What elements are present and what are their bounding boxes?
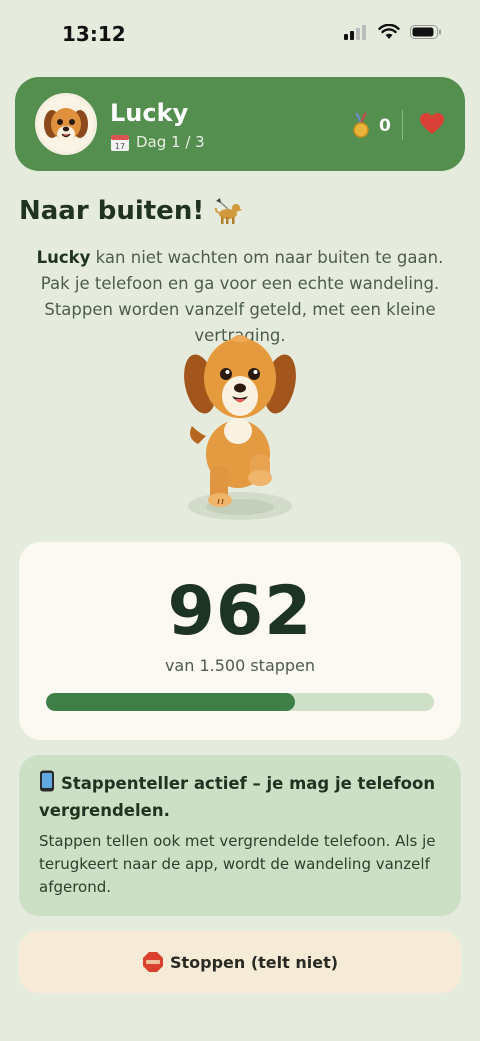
step-counter-card: 962 van 1.500 stappen	[19, 542, 461, 740]
info-title-text: Stappenteller actief – je mag je telefoo…	[39, 774, 436, 820]
page-title-text: Naar buiten!	[19, 196, 205, 226]
status-icons	[344, 24, 442, 40]
walking-dog-illustration	[184, 335, 296, 520]
status-bar: 13:12	[0, 0, 480, 70]
medal-count: 0	[379, 116, 391, 136]
pedometer-info-card: Stappenteller actief – je mag je telefoo…	[19, 755, 461, 916]
stop-button-label: Stoppen (telt niet)	[169, 952, 339, 972]
medal-counter[interactable]: 0	[351, 113, 391, 139]
stop-sign-icon	[142, 952, 163, 972]
battery-icon	[410, 25, 441, 39]
wifi-icon	[378, 24, 400, 39]
day-indicator: 17 Dag 1 / 3	[110, 132, 205, 152]
description-pet-name: Lucky	[36, 248, 91, 267]
guide-dog-icon	[215, 198, 243, 224]
header-divider	[402, 110, 403, 140]
heart-icon[interactable]	[419, 112, 445, 136]
medal-icon	[353, 113, 369, 138]
signal-icon	[344, 25, 366, 40]
calendar-icon: 17	[111, 135, 129, 151]
status-time: 13:12	[62, 22, 126, 46]
stop-button[interactable]: Stoppen (telt niet)	[19, 931, 461, 993]
pet-header: Lucky 17 Dag 1 / 3 0	[15, 77, 465, 171]
page-title: Naar buiten!	[19, 196, 243, 226]
avatar[interactable]	[35, 93, 97, 155]
step-progress-fill	[46, 693, 295, 711]
svg-text:17: 17	[115, 142, 125, 151]
pet-name: Lucky	[110, 99, 189, 127]
dog-avatar-icon	[44, 108, 88, 142]
info-body: Stappen tellen ook met vergrendelde tele…	[39, 832, 436, 896]
step-goal: van 1.500 stappen	[164, 656, 316, 675]
day-label: Dag 1 / 3	[136, 133, 205, 151]
step-count: 962	[167, 572, 313, 651]
step-progress-bar	[46, 693, 434, 711]
phone-icon	[40, 770, 54, 792]
info-title: Stappenteller actief – je mag je telefoo…	[39, 770, 441, 824]
